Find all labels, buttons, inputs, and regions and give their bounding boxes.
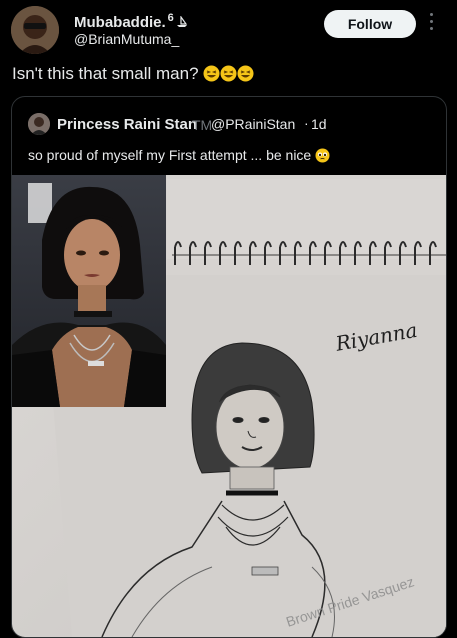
more-options-icon[interactable] xyxy=(426,13,436,35)
reference-photo xyxy=(12,175,166,407)
quoted-post[interactable]: Princess Raini Stan TM @PRainiStan · 1d … xyxy=(11,96,447,638)
grinning-squint-emoji xyxy=(220,65,237,82)
quoted-post-time[interactable]: 1d xyxy=(311,116,327,132)
quoted-author-avatar[interactable] xyxy=(28,113,50,135)
quoted-post-text-row: so proud of myself my First attempt ... … xyxy=(28,147,330,163)
grinning-squint-emoji xyxy=(237,65,254,82)
post-image[interactable]: Riyanna Brown Pride Vasquez xyxy=(12,175,446,637)
pleading-face-emoji xyxy=(315,148,330,163)
author-avatar[interactable] xyxy=(11,6,59,54)
grinning-squint-emoji xyxy=(203,65,220,82)
quoted-post-text: so proud of myself my First attempt ... … xyxy=(28,147,312,163)
follow-button[interactable]: Follow xyxy=(324,10,416,38)
quoted-author-handle[interactable]: @PRainiStan xyxy=(211,116,295,132)
ship-icon xyxy=(175,14,189,32)
post-text-row: Isn't this that small man? xyxy=(12,64,254,84)
separator-dot: · xyxy=(304,115,309,131)
quoted-author-tm: TM xyxy=(192,117,213,133)
author-name-row[interactable]: Mubabaddie. 6 xyxy=(74,12,189,32)
author-name[interactable]: Mubabaddie. xyxy=(74,14,166,31)
quoted-author-name[interactable]: Princess Raini Stan xyxy=(57,116,197,133)
author-badge: 6 xyxy=(167,12,174,24)
post-text: Isn't this that small man? xyxy=(12,64,199,83)
author-handle[interactable]: @BrianMutuma_ xyxy=(74,31,179,47)
